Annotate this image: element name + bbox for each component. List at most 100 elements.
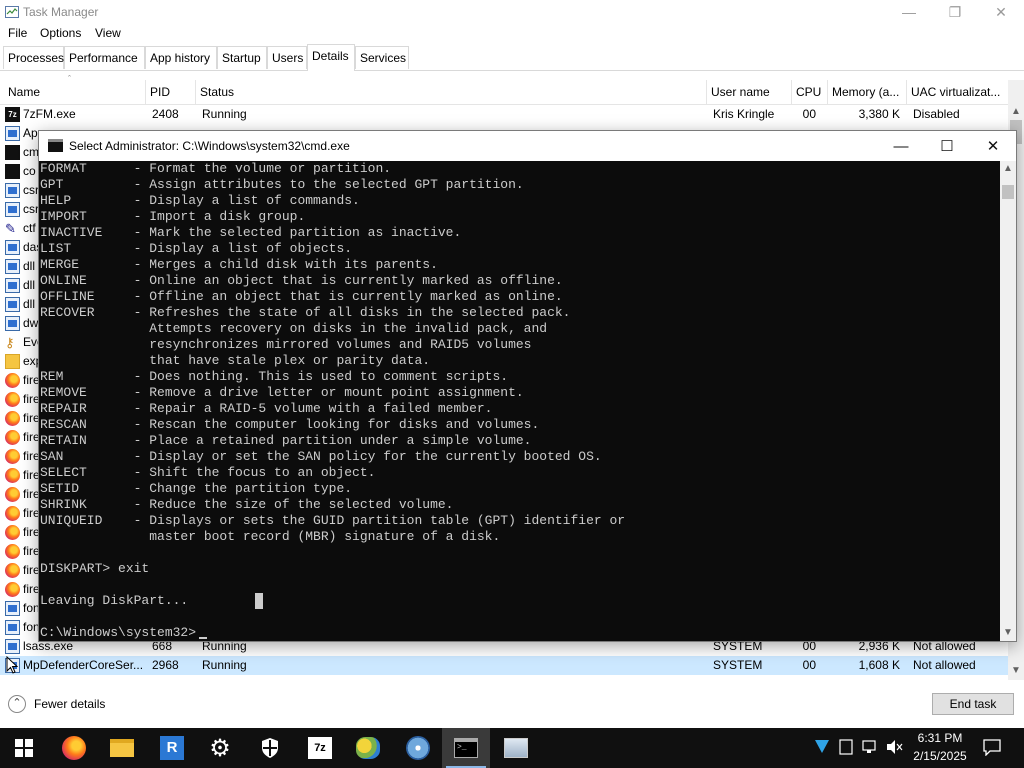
console-text: FORMAT - Format the volume or partition.… xyxy=(40,161,625,641)
console-line: SHRINK - Reduce the size of the selected… xyxy=(40,497,454,512)
console-line: REMOVE - Remove a drive letter or mount … xyxy=(40,385,524,400)
taskbar-cmd[interactable]: >_ xyxy=(442,728,490,768)
taskbar: R ⚙ 7z >_ 6:31 PM 2/15/2025 xyxy=(0,728,1024,768)
minimize-icon: — xyxy=(902,4,916,20)
console-line: MERGE - Merges a child disk with its par… xyxy=(40,257,438,272)
windows-security-shield-icon xyxy=(262,738,278,758)
settings-gear-icon: ⚙ xyxy=(209,734,231,762)
taskbar-disc-app[interactable] xyxy=(394,728,442,768)
prompt-caret xyxy=(199,637,207,639)
restore-icon: ❐ xyxy=(948,3,962,20)
console-line: DISKPART> exit xyxy=(40,561,150,576)
column-header-uac[interactable]: UAC virtualizat... xyxy=(907,80,1008,104)
7zip-icon: 7z xyxy=(308,737,332,759)
tab-performance[interactable]: Performance xyxy=(64,46,145,69)
column-header-memory[interactable]: Memory (a... xyxy=(828,80,907,104)
tray-box-icon[interactable] xyxy=(839,739,853,758)
app-icon xyxy=(5,240,20,255)
column-header-cpu[interactable]: CPU xyxy=(792,80,828,104)
taskbar-paint[interactable] xyxy=(344,728,392,768)
table-row[interactable]: 7z 7zFM.exe 2408 Running Kris Kringle 00 3,380… xyxy=(0,105,1008,124)
cell-username: Kris Kringle xyxy=(713,107,775,121)
restore-button[interactable]: ❐ xyxy=(932,0,978,24)
cmd-icon xyxy=(48,139,63,152)
tab-users[interactable]: Users xyxy=(267,46,307,69)
console-line: C:\Windows\system32> xyxy=(40,625,197,640)
taskbar-windows-security[interactable] xyxy=(246,728,294,768)
clock-date[interactable]: 2/15/2025 xyxy=(904,749,976,763)
taskbar-file-explorer[interactable] xyxy=(98,728,146,768)
cell-pid: 2968 xyxy=(152,658,179,672)
cell-uac: Disabled xyxy=(913,107,960,121)
minimize-button[interactable]: — xyxy=(886,0,932,24)
cmd-window-title: Select Administrator: C:\Windows\system3… xyxy=(69,139,350,153)
cell-cpu: 00 xyxy=(802,107,816,121)
cell-memory: 1,608 K xyxy=(858,658,900,672)
notification-center-icon[interactable] xyxy=(983,738,1001,759)
scroll-up-arrow-icon[interactable]: ▲ xyxy=(1000,161,1016,177)
taskbar-firefox[interactable] xyxy=(50,728,98,768)
cmd-titlebar[interactable]: Select Administrator: C:\Windows\system3… xyxy=(39,131,1016,161)
console-line: RESCAN - Rescan the computer looking for… xyxy=(40,417,540,432)
console-line: RECOVER - Refreshes the state of all dis… xyxy=(40,305,571,320)
column-header-row: Name ˆ PID Status User name CPU Memory (… xyxy=(0,74,1008,105)
tab-processes[interactable]: Processes xyxy=(3,46,64,69)
firefox-icon xyxy=(5,544,20,559)
console-line: GPT - Assign attributes to the selected … xyxy=(40,177,524,192)
cmd-minimize-button[interactable]: — xyxy=(878,131,924,161)
volume-muted-icon[interactable] xyxy=(885,739,903,758)
tab-services[interactable]: Services xyxy=(355,46,409,69)
console-line: SAN - Display or set the SAN policy for … xyxy=(40,449,602,464)
menu-options[interactable]: Options xyxy=(40,26,81,40)
scrollbar-thumb[interactable] xyxy=(1002,185,1014,199)
scroll-down-arrow-icon[interactable]: ▼ xyxy=(1000,625,1016,641)
disc-icon xyxy=(406,736,430,760)
taskbar-7zip[interactable]: 7z xyxy=(296,728,344,768)
taskbar-settings[interactable]: ⚙ xyxy=(196,728,244,768)
firefox-icon xyxy=(5,392,20,407)
network-icon[interactable] xyxy=(861,739,879,758)
scroll-down-arrow-icon[interactable]: ▼ xyxy=(1008,663,1024,679)
start-button[interactable] xyxy=(0,728,48,768)
cell-memory: 3,380 K xyxy=(858,107,900,121)
cmd-close-button[interactable]: ✕ xyxy=(970,131,1016,161)
tab-app-history[interactable]: App history xyxy=(145,46,217,69)
sort-ascending-icon: ˆ xyxy=(68,74,71,84)
taskbar-control-panel[interactable] xyxy=(492,728,540,768)
firefox-icon xyxy=(62,736,86,760)
menu-bar: File Options View xyxy=(0,24,1024,44)
chevron-up-icon[interactable]: ⌃ xyxy=(8,695,26,713)
end-task-button[interactable]: End task xyxy=(932,693,1014,715)
network-vpn-icon[interactable] xyxy=(813,737,831,758)
cmd-maximize-button[interactable]: ☐ xyxy=(924,131,970,161)
column-header-name[interactable]: Name xyxy=(0,80,146,104)
scroll-up-arrow-icon[interactable]: ▲ xyxy=(1008,104,1024,120)
task-manager-icon xyxy=(5,6,19,18)
console-output[interactable]: FORMAT - Format the volume or partition.… xyxy=(39,161,1000,641)
column-header-pid[interactable]: PID xyxy=(146,80,196,104)
tab-startup[interactable]: Startup xyxy=(217,46,267,69)
cmd-window: Select Administrator: C:\Windows\system3… xyxy=(38,130,1017,642)
cell-cpu: 00 xyxy=(802,658,816,672)
cell-pid: 2408 xyxy=(152,107,179,121)
menu-file[interactable]: File xyxy=(8,26,27,40)
fewer-details-link[interactable]: Fewer details xyxy=(34,697,105,711)
clock-time[interactable]: 6:31 PM xyxy=(904,731,976,745)
app-icon xyxy=(5,297,20,312)
console-line: master boot record (MBR) signature of a … xyxy=(40,529,501,544)
column-header-username[interactable]: User name xyxy=(707,80,792,104)
tab-details[interactable]: Details xyxy=(307,44,355,71)
column-header-status[interactable]: Status xyxy=(196,80,707,104)
taskbar-remote-desktop[interactable]: R xyxy=(148,728,196,768)
console-scrollbar[interactable]: ▲ ▼ xyxy=(1000,161,1016,641)
cell-name: 7zFM.exe xyxy=(23,107,76,121)
close-button[interactable]: ✕ xyxy=(978,0,1024,24)
console-line: LIST - Display a list of objects. xyxy=(40,241,353,256)
table-row[interactable]: MpDefenderCoreSer... 2968 Running SYSTEM 00 1… xyxy=(0,656,1008,675)
menu-view[interactable]: View xyxy=(95,26,121,40)
cell-status: Running xyxy=(202,658,247,672)
firefox-icon xyxy=(5,468,20,483)
task-manager-titlebar[interactable]: Task Manager — ❐ ✕ xyxy=(0,0,1024,24)
